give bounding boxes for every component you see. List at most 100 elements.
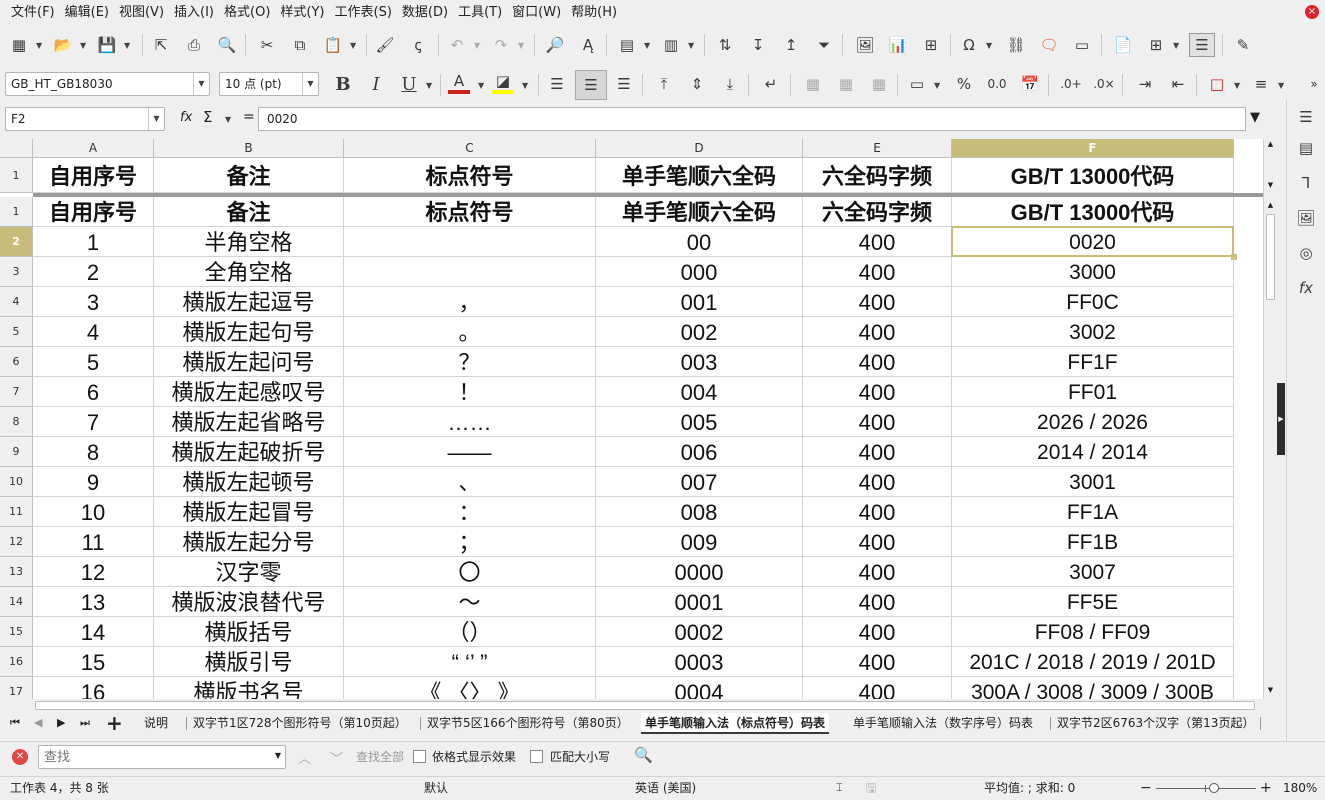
cell-col-b[interactable]: 横版波浪替代号 (154, 587, 344, 617)
name-box[interactable]: F2 ▼ (5, 107, 165, 131)
cell-col-b[interactable]: 横版左起问号 (154, 347, 344, 377)
clear-formatting-icon[interactable]: ꞔ (407, 34, 429, 56)
cell-col-a[interactable]: 16 (33, 677, 154, 699)
cell-col-f[interactable]: 3000 (952, 257, 1234, 287)
open-icon[interactable]: 📂 (52, 34, 74, 56)
cell-col-e[interactable]: 400 (803, 317, 952, 347)
cell-col-b[interactable]: 横版左起冒号 (154, 497, 344, 527)
special-character-dropdown-icon[interactable]: ▼ (986, 41, 992, 50)
cell-col-a[interactable]: 7 (33, 407, 154, 437)
cell-col-d[interactable]: 0001 (596, 587, 803, 617)
cell-col-e[interactable]: 400 (803, 377, 952, 407)
hyperlink-icon[interactable]: ⛓ (1005, 34, 1027, 56)
cell-col-b[interactable]: 全角空格 (154, 257, 344, 287)
save-icon[interactable]: 💾 (96, 34, 118, 56)
cell-col-b[interactable]: 横版括号 (154, 617, 344, 647)
cell-col-e[interactable]: 400 (803, 437, 952, 467)
copy-icon[interactable]: ⧉ (289, 34, 311, 56)
column-header-f[interactable]: F (952, 139, 1234, 158)
sort-ascending-icon[interactable]: ↧ (747, 34, 769, 56)
cell-col-f[interactable]: 3001 (952, 467, 1234, 497)
cell-col-f[interactable]: FF1B (952, 527, 1234, 557)
zoom-level[interactable]: 180% (1283, 777, 1317, 799)
align-top-icon[interactable]: ⤒ (653, 73, 675, 95)
border-style-dropdown-icon[interactable]: ▼ (1278, 81, 1284, 90)
styles-icon[interactable]: Ꞁ (1295, 172, 1317, 194)
menu-item[interactable]: 工作表(S) (330, 0, 397, 26)
zoom-out-button[interactable]: − (1140, 777, 1152, 799)
align-center-icon[interactable]: ☰ (575, 70, 607, 100)
row-header[interactable]: 10 (0, 467, 33, 497)
italic-button[interactable]: I (365, 73, 387, 95)
currency-dropdown-icon[interactable]: ▼ (934, 81, 940, 90)
horizontal-scroll-thumb[interactable] (35, 701, 1255, 710)
cell-col-d[interactable]: 006 (596, 437, 803, 467)
increase-indent-icon[interactable]: ⇥ (1134, 73, 1156, 95)
comment-icon[interactable]: 🗨 (1038, 34, 1060, 56)
cell-col-b[interactable]: 横版左起破折号 (154, 437, 344, 467)
horizontal-scrollbar[interactable] (0, 699, 1277, 713)
cell-col-e[interactable]: 400 (803, 557, 952, 587)
cell-col-f[interactable]: 300A / 3008 / 3009 / 300B (952, 677, 1234, 699)
menu-item[interactable]: 工具(T) (453, 0, 507, 26)
undo-dropdown-icon[interactable]: ▼ (474, 41, 480, 50)
find-previous-icon[interactable]: ︿ (298, 748, 311, 767)
row-header[interactable]: 13 (0, 557, 33, 587)
pivot-table-icon[interactable]: ⊞ (920, 34, 942, 56)
last-sheet-icon[interactable]: ⏭ (80, 716, 90, 730)
cell-col-e[interactable]: 400 (803, 257, 952, 287)
date-format-icon[interactable]: 📅 (1019, 73, 1041, 95)
sort-descending-icon[interactable]: ↥ (780, 34, 802, 56)
frozen-header-cell-col-c[interactable]: 标点符号 (344, 158, 596, 193)
cell-col-a[interactable]: 2 (33, 257, 154, 287)
vertical-scroll-thumb[interactable] (1266, 214, 1275, 300)
previous-sheet-icon[interactable]: ◀ (34, 716, 42, 729)
cell-col-b[interactable]: 横版左起句号 (154, 317, 344, 347)
column-icon[interactable]: ▥ (660, 34, 682, 56)
match-case-checkbox[interactable] (530, 750, 543, 763)
font-color-dropdown-icon[interactable]: ▼ (478, 81, 484, 90)
freeze-dropdown-icon[interactable]: ▼ (1173, 41, 1179, 50)
cell-col-d[interactable]: 007 (596, 467, 803, 497)
sheet-tab[interactable]: 说明 (140, 713, 172, 734)
cell-col-f[interactable]: FF01 (952, 377, 1234, 407)
row-header[interactable]: 2 (0, 227, 33, 257)
cell-col-a[interactable]: 自用序号 (33, 197, 154, 227)
cell-col-d[interactable]: 003 (596, 347, 803, 377)
cell-col-c[interactable]: 标点符号 (344, 197, 596, 227)
cell-col-e[interactable]: 400 (803, 587, 952, 617)
cell-col-a[interactable]: 12 (33, 557, 154, 587)
wrap-text-icon[interactable]: ↵ (760, 73, 782, 95)
cell-col-b[interactable]: 横版左起省略号 (154, 407, 344, 437)
scroll-down-top-icon[interactable]: ▼ (1265, 181, 1276, 191)
row-header[interactable]: 6 (0, 347, 33, 377)
cell-col-e[interactable]: 400 (803, 527, 952, 557)
cell-col-b[interactable]: 汉字零 (154, 557, 344, 587)
cell-col-c[interactable]: ， (344, 287, 596, 317)
cell-col-f[interactable]: 3007 (952, 557, 1234, 587)
paste-icon[interactable]: 📋 (322, 34, 344, 56)
cell-col-c[interactable]: 。 (344, 317, 596, 347)
column-header-b[interactable]: B (154, 139, 344, 158)
cell-col-f[interactable]: FF5E (952, 587, 1234, 617)
cell-col-e[interactable]: 400 (803, 677, 952, 699)
frozen-header-cell-col-b[interactable]: 备注 (154, 158, 344, 193)
headers-footers-icon[interactable]: ▭ (1071, 34, 1093, 56)
sidebar-menu-icon[interactable]: ☰ (1295, 106, 1317, 128)
row-header[interactable]: 7 (0, 377, 33, 407)
close-find-bar-icon[interactable]: ✕ (12, 749, 28, 765)
cell-col-d[interactable]: 0002 (596, 617, 803, 647)
column-header-c[interactable]: C (344, 139, 596, 158)
column-header-d[interactable]: D (596, 139, 803, 158)
sheet-tab[interactable]: 双字节5区166个图形符号（第80页） (423, 713, 633, 734)
row-header[interactable]: 14 (0, 587, 33, 617)
cell-col-e[interactable]: 400 (803, 287, 952, 317)
new-icon[interactable]: ▦ (8, 34, 30, 56)
zoom-slider-track[interactable] (1156, 788, 1256, 789)
cell-col-d[interactable]: 单手笔顺六全码 (596, 197, 803, 227)
function-wizard-icon[interactable]: fx (180, 110, 192, 125)
export-pdf-icon[interactable]: ⇱ (150, 34, 172, 56)
first-sheet-icon[interactable]: ⏮ (10, 716, 20, 730)
cell-col-d[interactable]: 008 (596, 497, 803, 527)
sheet-tab[interactable]: 单手笔顺输入法（数字序号）码表 (849, 713, 1037, 734)
